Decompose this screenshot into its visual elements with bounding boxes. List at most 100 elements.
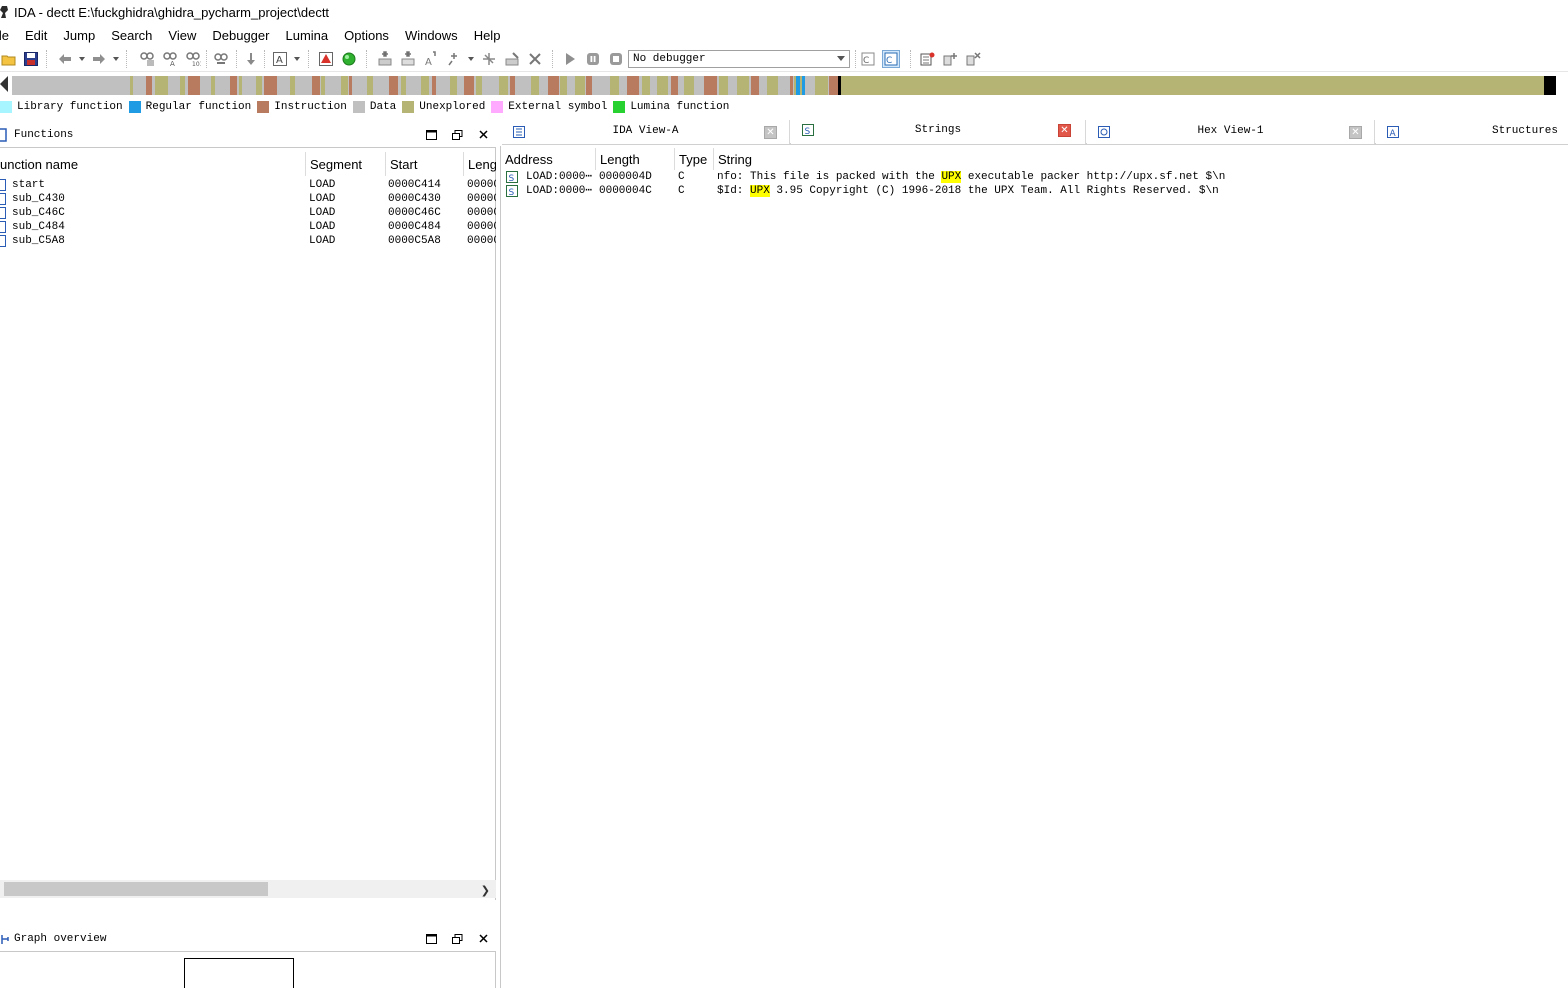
- search-immediate-icon[interactable]: 101: [184, 50, 202, 68]
- float-icon[interactable]: [444, 926, 470, 952]
- band-segment: [697, 76, 703, 95]
- graph-overview-viewport[interactable]: [184, 958, 294, 988]
- table-row[interactable]: sub_C5A8 LOAD 0000C5A8 00000: [0, 234, 496, 248]
- edit-icon[interactable]: [503, 50, 521, 68]
- function-length: 00000: [467, 221, 496, 233]
- tab-strings[interactable]: S Strings ✕: [791, 120, 1086, 144]
- make-code-icon[interactable]: [376, 50, 394, 68]
- tab-ida-view-a[interactable]: IDA View-A ✕: [502, 120, 790, 144]
- legend-regular-function: Regular function: [128, 101, 251, 113]
- make-data-icon[interactable]: [399, 50, 417, 68]
- column-type[interactable]: Type: [675, 148, 714, 170]
- tab-label: Structures: [1492, 125, 1559, 137]
- band-segment: [230, 76, 237, 95]
- nav-left-arrow-icon[interactable]: [0, 76, 8, 92]
- column-start[interactable]: Start: [386, 152, 464, 176]
- function-icon[interactable]: [480, 50, 498, 68]
- table-row[interactable]: S LOAD:0000⋯ 0000004C C $Id: UPX 3.95 Co…: [501, 184, 1568, 198]
- menu-windows[interactable]: Windows: [397, 28, 466, 43]
- text-view-dropdown-icon[interactable]: [294, 57, 300, 61]
- close-icon[interactable]: ✕: [1349, 126, 1362, 139]
- stop-debugger-icon[interactable]: [607, 50, 625, 68]
- scrollbar-thumb[interactable]: [4, 882, 268, 896]
- band-segment: [518, 76, 530, 95]
- menu-help[interactable]: Help: [466, 28, 509, 43]
- menu-lumina[interactable]: Lumina: [277, 28, 336, 43]
- run-status-icon[interactable]: [340, 50, 358, 68]
- pause-debugger-icon[interactable]: [584, 50, 602, 68]
- chevron-right-icon[interactable]: ❯: [481, 884, 490, 897]
- undefine-icon[interactable]: [526, 50, 544, 68]
- close-icon[interactable]: [470, 926, 496, 952]
- open-folder-icon[interactable]: [0, 50, 18, 68]
- make-string-icon[interactable]: A: [422, 50, 440, 68]
- svg-text:C: C: [886, 56, 892, 66]
- band-segment: [218, 76, 229, 95]
- legend-label: Library function: [17, 101, 123, 113]
- band-segment: [180, 76, 185, 95]
- table-row[interactable]: sub_C430 LOAD 0000C430 00000: [0, 192, 496, 206]
- tab-structures[interactable]: A Structures: [1376, 120, 1568, 144]
- jump-down-icon[interactable]: [242, 50, 260, 68]
- column-segment[interactable]: Segment: [306, 152, 386, 176]
- menu-edit[interactable]: Edit: [17, 28, 55, 43]
- navigation-band-bar[interactable]: [12, 76, 1556, 95]
- column-length[interactable]: Leng: [464, 152, 496, 176]
- function-name: sub_C46C: [12, 207, 65, 219]
- breakpoint-list-icon[interactable]: [918, 50, 936, 68]
- add-watch-icon[interactable]: [941, 50, 959, 68]
- svg-text:A: A: [1390, 129, 1397, 139]
- text-view-icon[interactable]: A: [271, 50, 289, 68]
- make-array-dropdown-icon[interactable]: [468, 57, 474, 61]
- menu-view[interactable]: View: [160, 28, 204, 43]
- menu-search[interactable]: Search: [103, 28, 160, 43]
- delete-watch-icon[interactable]: [964, 50, 982, 68]
- table-row[interactable]: sub_C46C LOAD 0000C46C 00000: [0, 206, 496, 220]
- column-length[interactable]: Length: [596, 148, 675, 170]
- column-address[interactable]: Address: [501, 148, 596, 170]
- table-row[interactable]: start LOAD 0000C414 00000: [0, 178, 496, 192]
- search-next-icon[interactable]: [212, 50, 230, 68]
- attach-process-icon[interactable]: C: [859, 50, 877, 68]
- maximize-icon[interactable]: [418, 926, 444, 952]
- maximize-icon[interactable]: [418, 122, 444, 148]
- column-string[interactable]: String: [714, 148, 1568, 170]
- column-function-name[interactable]: unction name: [0, 152, 306, 176]
- back-dropdown-icon[interactable]: [79, 57, 85, 61]
- forward-arrow-icon[interactable]: [90, 50, 108, 68]
- forward-dropdown-icon[interactable]: [113, 57, 119, 61]
- function-start: 0000C46C: [388, 207, 441, 219]
- legend-swatch: [257, 101, 270, 113]
- graph-warning-icon[interactable]: [317, 50, 335, 68]
- close-icon[interactable]: ✕: [1058, 124, 1071, 137]
- refresh-icon[interactable]: C: [882, 50, 900, 68]
- table-row[interactable]: S LOAD:0000⋯ 0000004D C nfo: This file i…: [501, 170, 1568, 184]
- debugger-select[interactable]: No debugger: [628, 50, 850, 68]
- table-row[interactable]: sub_C484 LOAD 0000C484 00000: [0, 220, 496, 234]
- menu-file[interactable]: ile: [0, 28, 17, 43]
- function-icon: [0, 179, 6, 191]
- navigation-band[interactable]: [0, 74, 1568, 96]
- function-length: 00000: [467, 179, 496, 191]
- search-binary-icon[interactable]: [138, 50, 156, 68]
- band-segment: [437, 76, 448, 95]
- back-arrow-icon[interactable]: [56, 50, 74, 68]
- start-debugger-icon[interactable]: [561, 50, 579, 68]
- band-segment: [704, 76, 717, 95]
- horizontal-scrollbar[interactable]: ❯: [0, 880, 496, 898]
- save-icon[interactable]: [22, 50, 40, 68]
- menu-jump[interactable]: Jump: [55, 28, 103, 43]
- float-icon[interactable]: [444, 122, 470, 148]
- graph-overview-panel: Graph overview: [0, 926, 496, 988]
- string-text: $Id:: [717, 185, 751, 197]
- band-segment: [354, 76, 364, 95]
- make-array-icon[interactable]: [445, 50, 463, 68]
- menu-options[interactable]: Options: [336, 28, 397, 43]
- close-icon[interactable]: [470, 122, 496, 148]
- toolbar-separator: [206, 50, 207, 68]
- search-text-icon[interactable]: A: [161, 50, 179, 68]
- menu-debugger[interactable]: Debugger: [204, 28, 277, 43]
- band-segment: [586, 76, 592, 95]
- tab-hex-view-1[interactable]: Hex View-1 ✕: [1087, 120, 1375, 144]
- close-icon[interactable]: ✕: [764, 126, 777, 139]
